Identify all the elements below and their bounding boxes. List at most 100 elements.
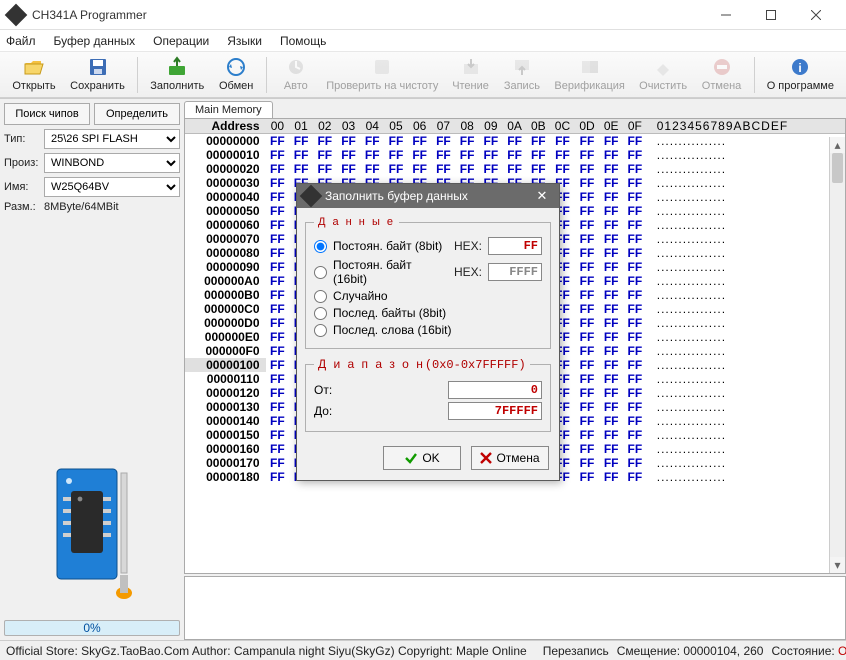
hex-input-1[interactable] [488,263,542,281]
tab-strip: Main Memory [184,101,846,118]
auto-icon [285,58,307,80]
left-panel: Поиск чипов Определить Тип: 25\26 SPI FL… [0,99,184,640]
status-bar: Official Store: SkyGz.TaoBao.Com Author:… [0,640,846,660]
to-input[interactable] [448,402,542,420]
hex-label-0: HEX: [454,239,482,253]
toolbar-verify: Верификация [548,55,630,95]
cancel-icon [711,58,733,80]
close-button[interactable] [793,0,838,30]
toolbar-swap[interactable]: Обмен [212,55,259,95]
manufacturer-label: Произ: [4,157,40,169]
hex-row[interactable]: 00000000FFFFFFFFFFFFFFFFFFFFFFFFFFFFFFFF… [185,134,845,149]
menu-4[interactable]: Помощь [280,34,326,48]
toolbar-blank: Проверить на чистоту [321,55,444,95]
manufacturer-select[interactable]: WINBOND [44,153,180,173]
radio-label-3[interactable]: Послед. байты (8bit) [333,306,542,320]
x-icon [480,452,492,464]
app-icon [5,3,28,26]
hex-input-0[interactable] [488,237,542,255]
blank-icon [371,58,393,80]
menu-2[interactable]: Операции [153,34,209,48]
scroll-thumb[interactable] [832,153,843,183]
group-range-legend: Д и а п а з о н(0x0-0x7FFFFF) [314,357,530,372]
radio-label-0[interactable]: Постоян. байт (8bit) [333,239,448,253]
toolbar-save[interactable]: Сохранить [64,55,131,95]
minimize-button[interactable] [703,0,748,30]
scroll-down-icon[interactable]: ▾ [830,557,845,573]
from-label: От: [314,383,338,397]
dialog-title: Заполнить буфер данных [325,189,468,203]
about-icon: i [789,58,811,80]
radio-3[interactable] [314,307,327,320]
radio-label-1[interactable]: Постоян. байт (16bit) [333,258,448,286]
menu-0[interactable]: Файл [6,34,36,48]
window-title: CH341A Programmer [32,8,703,22]
type-label: Тип: [4,133,40,145]
hex-row[interactable]: 00000010FFFFFFFFFFFFFFFFFFFFFFFFFFFFFFFF… [185,148,845,162]
maximize-button[interactable] [748,0,793,30]
radio-row-2: Случайно [314,289,542,303]
hex-label-1: HEX: [454,265,482,279]
status-state: Состояние: Отключено [771,644,846,658]
swap-icon [225,58,247,80]
scroll-up-icon[interactable]: ▴ [830,137,845,153]
read-icon [460,58,482,80]
save-icon [87,58,109,80]
toolbar: ОткрытьСохранить ЗаполнитьОбмен АвтоПровер… [0,52,846,98]
toolbar-cancel: Отмена [695,55,747,95]
radio-0[interactable] [314,240,327,253]
status-offset: Смещение: 00000104, 260 [617,644,764,658]
size-value: 8MByte/64MBit [44,201,119,213]
dialog-title-bar[interactable]: Заполнить буфер данных ✕ [297,184,559,208]
radio-4[interactable] [314,324,327,337]
log-panel[interactable] [184,576,846,640]
group-data-legend: Д а н н ы е [314,216,399,228]
vertical-scrollbar[interactable]: ▴ ▾ [829,137,845,573]
toolbar-auto: Авто [273,55,319,95]
toolbar-fill[interactable]: Заполнить [144,55,210,95]
menu-3[interactable]: Языки [227,34,262,48]
status-store: Official Store: SkyGz.TaoBao.Com Author:… [6,644,527,658]
radio-1[interactable] [314,266,327,279]
toolbar-write: Запись [497,55,546,95]
cancel-button[interactable]: Отмена [471,446,549,470]
toolbar-open[interactable]: Открыть [6,55,62,95]
radio-row-4: Послед. слова (16bit) [314,323,542,337]
chip-illustration [47,463,137,606]
ok-button[interactable]: OK [383,446,461,470]
toolbar-read: Чтение [446,55,496,95]
search-chips-button[interactable]: Поиск чипов [4,103,90,125]
menu-1[interactable]: Буфер данных [54,34,136,48]
erase-icon [652,58,674,80]
verify-icon [579,58,601,80]
toolbar-erase: Очистить [633,55,694,95]
radio-label-4[interactable]: Послед. слова (16bit) [333,323,542,337]
radio-label-2[interactable]: Случайно [333,289,542,303]
type-select[interactable]: 25\26 SPI FLASH [44,129,180,149]
to-label: До: [314,404,338,418]
title-bar: CH341A Programmer [0,0,846,30]
radio-row-3: Послед. байты (8bit) [314,306,542,320]
from-input[interactable] [448,381,542,399]
svg-text:i: i [799,61,802,75]
size-label: Разм.: [4,201,40,213]
group-data: Д а н н ы е Постоян. байт (8bit)HEX:Пост… [305,216,551,349]
chip-name-select[interactable]: W25Q64BV [44,177,180,197]
dialog-icon [300,185,323,208]
hex-row[interactable]: 00000020FFFFFFFFFFFFFFFFFFFFFFFFFFFFFFFF… [185,162,845,176]
check-icon [404,451,418,465]
toolbar-about[interactable]: iО программе [761,55,840,95]
chip-name-label: Имя: [4,181,40,193]
dialog-close-button[interactable]: ✕ [531,186,553,206]
radio-row-1: Постоян. байт (16bit) HEX: [314,258,542,286]
menu-bar: Файл Буфер данных Операции Языки Помощь [0,30,846,52]
write-icon [511,58,533,80]
radio-row-0: Постоян. байт (8bit) HEX: [314,237,542,255]
fill-icon [166,58,188,80]
tab-main-memory[interactable]: Main Memory [184,101,273,118]
detect-button[interactable]: Определить [94,103,180,125]
open-icon [23,58,45,80]
radio-2[interactable] [314,290,327,303]
group-range: Д и а п а з о н(0x0-0x7FFFFF) От: До: [305,357,551,432]
fill-buffer-dialog: Заполнить буфер данных ✕ Д а н н ы е Пос… [296,183,560,481]
